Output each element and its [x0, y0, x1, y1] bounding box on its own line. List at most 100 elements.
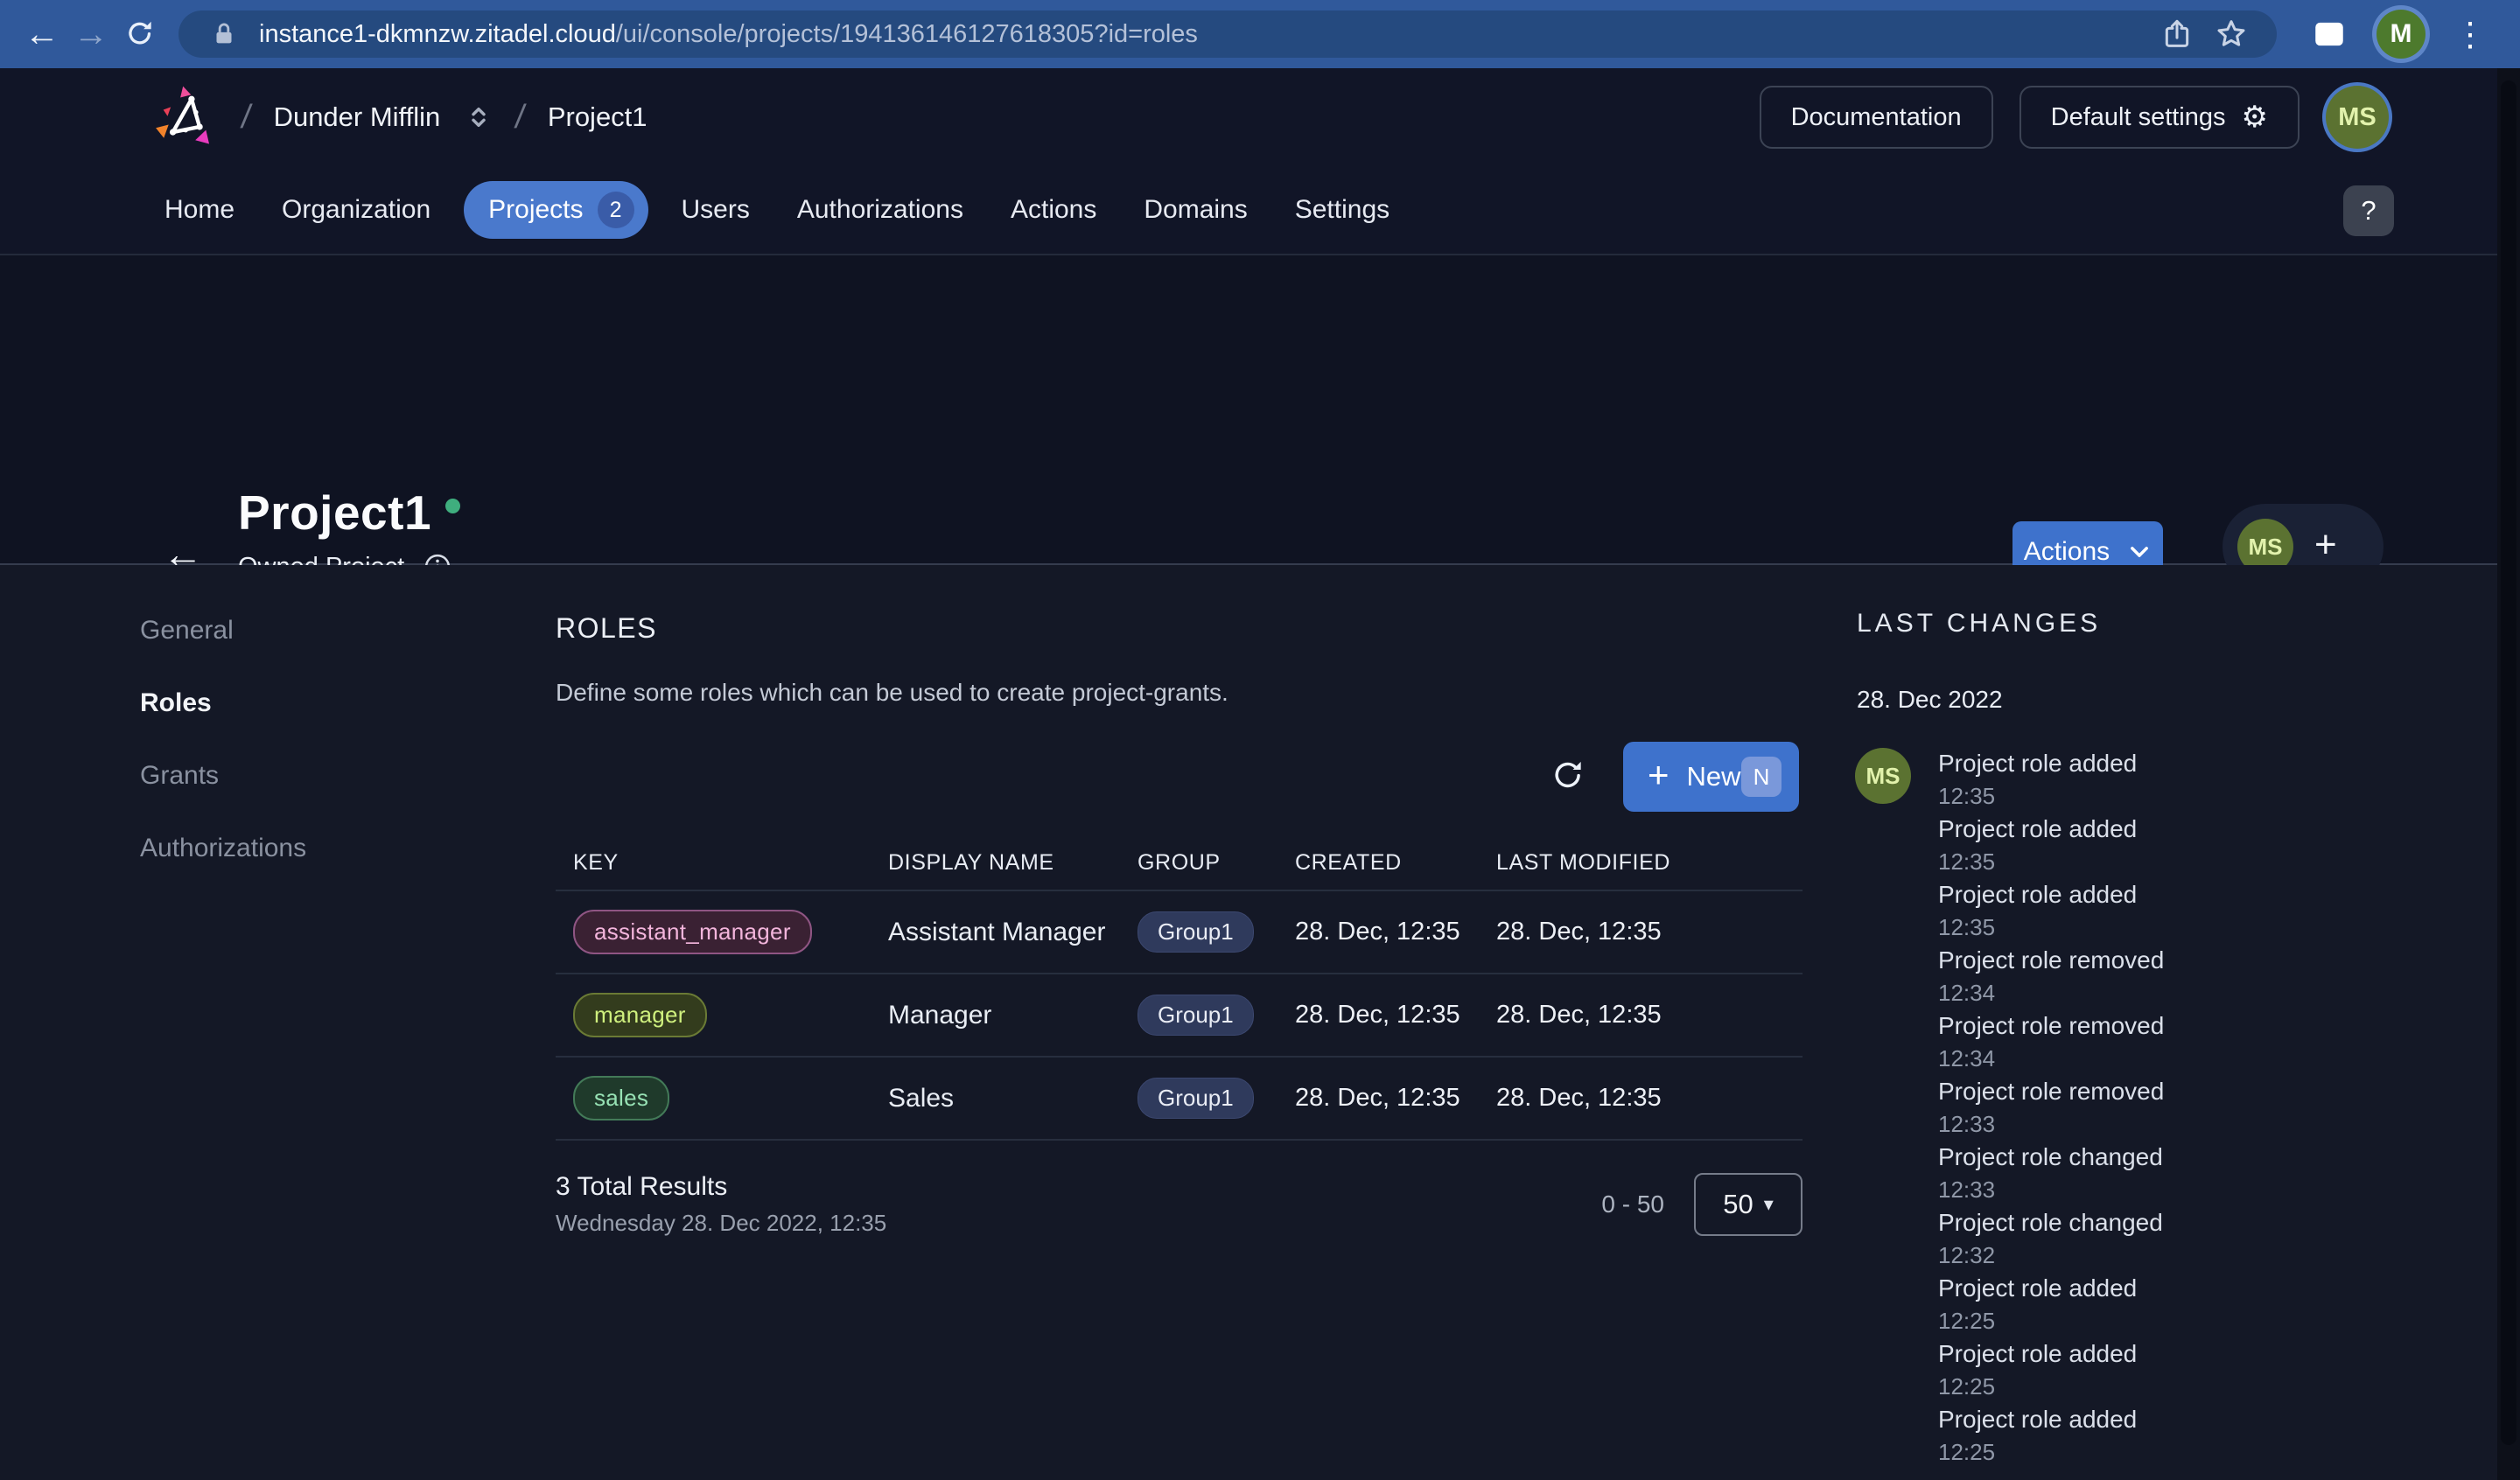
tab-users[interactable]: Users — [668, 183, 764, 237]
role-modified: 28. Dec, 12:35 — [1496, 1084, 1802, 1113]
browser-back-icon[interactable]: ← — [18, 10, 66, 59]
add-member-icon[interactable]: + — [2314, 523, 2337, 567]
tab-home[interactable]: Home — [150, 183, 248, 237]
table-row[interactable]: assistant_manager Assistant Manager Grou… — [556, 891, 1802, 974]
role-display-name: Manager — [888, 1001, 1138, 1030]
page-range: 0 - 50 — [1601, 1190, 1664, 1218]
change-item[interactable]: Project role added12:25 — [1938, 1271, 2428, 1337]
change-title: Project role added — [1938, 877, 2428, 912]
browser-profile-avatar[interactable]: M — [2376, 10, 2426, 59]
page-size-select[interactable]: 50 ▾ — [1694, 1173, 1802, 1236]
url-path: /ui/console/projects/194136146127618305?… — [616, 20, 1198, 48]
user-avatar[interactable]: MS — [2326, 86, 2389, 149]
chevron-down-icon — [2127, 540, 2152, 564]
roles-table: KEY DISPLAY NAME GROUP CREATED LAST MODI… — [556, 835, 1802, 1141]
change-title: Project role changed — [1938, 1140, 2428, 1175]
role-created: 28. Dec, 12:35 — [1295, 1084, 1496, 1113]
change-title: Project role added — [1938, 1271, 2428, 1306]
tab-actions[interactable]: Actions — [997, 183, 1110, 237]
sidebar-item-roles[interactable]: Roles — [140, 688, 306, 719]
roles-section-description: Define some roles which can be used to c… — [556, 679, 1228, 707]
url-bar[interactable]: instance1-dkmnzw.zitadel.cloud/ui/consol… — [178, 10, 2277, 58]
page-title: Project1 — [238, 486, 431, 539]
side-panel-icon[interactable] — [2308, 13, 2350, 55]
col-display-name: DISPLAY NAME — [888, 850, 1138, 876]
change-item[interactable]: Project role added12:35 — [1938, 746, 2428, 812]
bookmark-star-icon[interactable] — [2212, 15, 2250, 53]
role-group-badge: Group1 — [1138, 995, 1254, 1036]
sidebar-item-authorizations[interactable]: Authorizations — [140, 833, 306, 864]
tab-projects[interactable]: Projects 2 — [464, 181, 648, 239]
browser-reload-icon[interactable] — [116, 10, 164, 59]
change-item[interactable]: Project role removed12:34 — [1938, 1009, 2428, 1074]
page-size-value: 50 — [1723, 1189, 1753, 1220]
change-title: Project role removed — [1938, 1074, 2428, 1109]
sidebar-item-grants[interactable]: Grants — [140, 760, 306, 792]
tab-domains[interactable]: Domains — [1130, 183, 1261, 237]
sidebar-item-general[interactable]: General — [140, 615, 306, 646]
col-created: CREATED — [1295, 850, 1496, 876]
role-key-badge: sales — [573, 1076, 669, 1120]
role-group-badge: Group1 — [1138, 911, 1254, 953]
change-title: Project role removed — [1938, 943, 2428, 978]
caret-down-icon: ▾ — [1764, 1194, 1774, 1216]
table-row[interactable]: manager Manager Group1 28. Dec, 12:35 28… — [556, 974, 1802, 1058]
help-button[interactable]: ? — [2343, 185, 2394, 236]
change-item[interactable]: Project role added12:25 — [1938, 1337, 2428, 1402]
tab-authorizations[interactable]: Authorizations — [783, 183, 977, 237]
change-item[interactable]: Project role added12:35 — [1938, 877, 2428, 943]
breadcrumb-divider: / — [239, 99, 254, 136]
change-item[interactable]: Project role added12:35 — [1938, 812, 2428, 877]
scrollbar[interactable] — [2497, 68, 2520, 1480]
default-settings-button[interactable]: Default settings⚙ — [2020, 86, 2300, 149]
changes-date: 28. Dec 2022 — [1857, 686, 2003, 714]
change-title: Project role changed — [1938, 1205, 2428, 1240]
tab-settings[interactable]: Settings — [1281, 183, 1404, 237]
change-title: Project role removed — [1938, 1009, 2428, 1044]
table-row[interactable]: sales Sales Group1 28. Dec, 12:35 28. De… — [556, 1058, 1802, 1141]
section-sidebar: General Roles Grants Authorizations — [140, 615, 306, 905]
change-author-avatar: MS — [1855, 748, 1911, 804]
role-modified: 28. Dec, 12:35 — [1496, 1001, 1802, 1030]
change-time: 12:35 — [1938, 847, 2428, 876]
change-time: 12:35 — [1938, 912, 2428, 942]
project-header: ← Project1 Owned Project Actions MS + St… — [0, 255, 2520, 565]
change-time: 12:33 — [1938, 1175, 2428, 1204]
change-item[interactable]: Project role removed12:33 — [1938, 1074, 2428, 1140]
zitadel-logo-icon[interactable] — [150, 83, 219, 151]
change-item[interactable]: Project role changed12:32 — [1938, 1205, 2428, 1271]
col-last-modified: LAST MODIFIED — [1496, 850, 1802, 876]
change-item[interactable]: Project role changed12:33 — [1938, 1140, 2428, 1205]
role-modified: 28. Dec, 12:35 — [1496, 918, 1802, 946]
change-time: 12:35 — [1938, 781, 2428, 811]
new-role-button[interactable]: + New N — [1623, 742, 1799, 812]
change-item[interactable]: Project role added12:25 — [1938, 1402, 2428, 1468]
refresh-icon[interactable] — [1543, 750, 1593, 801]
breadcrumb-divider: / — [513, 99, 528, 136]
scrollbar-thumb[interactable] — [2501, 80, 2516, 1445]
documentation-label: Documentation — [1791, 103, 1962, 132]
changes-list: Project role added12:35 Project role add… — [1938, 746, 2428, 1468]
documentation-button[interactable]: Documentation — [1760, 86, 1993, 149]
role-group-badge: Group1 — [1138, 1078, 1254, 1119]
tab-projects-label: Projects — [488, 195, 583, 225]
roles-section-title: ROLES — [556, 612, 657, 645]
change-item[interactable]: Project role removed12:34 — [1938, 943, 2428, 1009]
total-results: 3 Total Results — [556, 1172, 886, 1202]
tab-organization[interactable]: Organization — [268, 183, 444, 237]
projects-count-badge: 2 — [598, 192, 634, 228]
change-time: 12:34 — [1938, 978, 2428, 1008]
org-switcher-icon[interactable] — [465, 103, 493, 131]
browser-menu-icon[interactable]: ⋮ — [2454, 15, 2487, 54]
change-time: 12:33 — [1938, 1109, 2428, 1139]
breadcrumb-org[interactable]: Dunder Mifflin — [274, 101, 441, 133]
change-title: Project role added — [1938, 1402, 2428, 1437]
last-changes-title: LAST CHANGES — [1857, 609, 2101, 639]
new-role-label: New — [1687, 761, 1741, 792]
breadcrumb-project[interactable]: Project1 — [548, 101, 648, 133]
table-header: KEY DISPLAY NAME GROUP CREATED LAST MODI… — [556, 835, 1802, 891]
change-title: Project role added — [1938, 812, 2428, 847]
browser-forward-icon[interactable]: → — [66, 10, 116, 59]
share-icon[interactable] — [2158, 15, 2196, 53]
zitadel-console: / Dunder Mifflin / Project1 Documentatio… — [0, 68, 2520, 1480]
